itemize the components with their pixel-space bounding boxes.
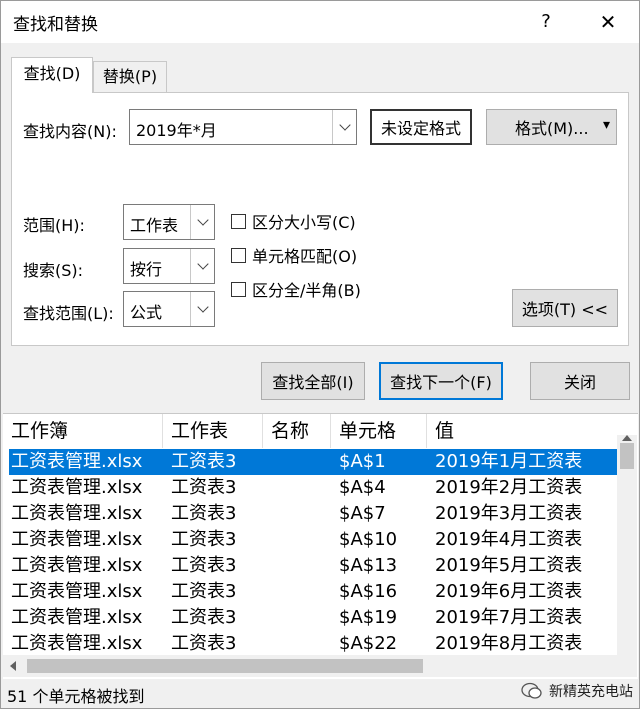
watermark: 新精英充电站 bbox=[521, 681, 633, 701]
result-cell: 2019年1月工资表 bbox=[435, 451, 583, 472]
result-cell: $A$22 bbox=[339, 633, 398, 654]
vertical-scrollbar[interactable] bbox=[617, 435, 637, 655]
result-cell: 2019年8月工资表 bbox=[435, 633, 583, 654]
results-list: 工作簿 工作表 名称 单元格 值 工资表管理.xlsx 工资表3 $A$1 2019年… bbox=[3, 413, 638, 679]
dialog-title: 查找和替换 bbox=[13, 15, 98, 35]
checkbox-icon[interactable] bbox=[231, 247, 246, 263]
result-cell: 工资表3 bbox=[171, 607, 237, 628]
chevron-down-icon[interactable] bbox=[190, 292, 214, 326]
result-cell: 工资表管理.xlsx bbox=[11, 529, 143, 550]
vertical-scroll-thumb[interactable] bbox=[620, 443, 634, 469]
match-width-checkbox[interactable]: 区分全/半角(B) bbox=[231, 277, 361, 301]
lookin-value: 公式 bbox=[130, 303, 163, 322]
result-cell: 2019年5月工资表 bbox=[435, 555, 583, 576]
column-header-workbook[interactable]: 工作簿 bbox=[3, 414, 163, 448]
watermark-text: 新精英充电站 bbox=[549, 684, 633, 700]
result-row[interactable]: 工资表管理.xlsx 工资表3 $A$4 2019年2月工资表 bbox=[9, 475, 617, 501]
find-what-label: 查找内容(N): bbox=[23, 122, 117, 141]
result-cell: 工资表管理.xlsx bbox=[11, 451, 143, 472]
scroll-up-icon[interactable] bbox=[622, 435, 632, 441]
format-button[interactable]: 格式(M)... ▾ bbox=[486, 109, 617, 145]
result-cell: 2019年3月工资表 bbox=[435, 503, 583, 524]
result-cell: 工资表3 bbox=[171, 633, 237, 654]
result-row[interactable]: 工资表管理.xlsx 工资表3 $A$19 2019年7月工资表 bbox=[9, 605, 617, 631]
find-replace-dialog: 查找和替换 ? ✕ 查找(D) 替换(P) 查找内容(N): 2019年*月 未… bbox=[0, 0, 640, 709]
column-header-name[interactable]: 名称 bbox=[263, 414, 331, 448]
match-case-checkbox[interactable]: 区分大小写(C) bbox=[231, 209, 356, 233]
result-cell: 工资表3 bbox=[171, 451, 237, 472]
scrollbar-corner bbox=[617, 655, 637, 677]
chevron-down-icon[interactable] bbox=[190, 249, 214, 283]
result-cell: 2019年6月工资表 bbox=[435, 581, 583, 602]
wechat-icon bbox=[521, 682, 542, 699]
result-row[interactable]: 工资表管理.xlsx 工资表3 $A$10 2019年4月工资表 bbox=[9, 527, 617, 553]
title-bar: 查找和替换 ? ✕ bbox=[1, 1, 639, 43]
chevron-down-icon[interactable] bbox=[332, 110, 356, 144]
column-header-sheet[interactable]: 工作表 bbox=[163, 414, 263, 448]
search-value: 按行 bbox=[130, 260, 163, 279]
scope-select[interactable]: 工作表 bbox=[123, 204, 215, 240]
result-cell: $A$4 bbox=[339, 477, 386, 498]
scope-label: 范围(H): bbox=[23, 216, 85, 235]
result-cell: 工资表管理.xlsx bbox=[11, 555, 143, 576]
tab-replace[interactable]: 替换(P) bbox=[93, 61, 167, 93]
result-row[interactable]: 工资表管理.xlsx 工资表3 $A$1 2019年1月工资表 bbox=[9, 449, 617, 475]
result-cell: 工资表管理.xlsx bbox=[11, 581, 143, 602]
help-button[interactable]: ? bbox=[531, 7, 561, 37]
status-text: 51 个单元格被找到 bbox=[7, 687, 145, 706]
match-case-label: 区分大小写(C) bbox=[252, 213, 356, 232]
result-cell: 工资表3 bbox=[171, 529, 237, 550]
result-cell: 工资表管理.xlsx bbox=[11, 633, 143, 654]
horizontal-scrollbar[interactable] bbox=[3, 655, 617, 677]
match-cell-label: 单元格匹配(O) bbox=[252, 247, 358, 266]
horizontal-scroll-thumb[interactable] bbox=[27, 659, 423, 673]
find-what-value: 2019年*月 bbox=[136, 121, 217, 140]
lookin-label: 查找范围(L): bbox=[23, 304, 114, 323]
close-icon[interactable]: ✕ bbox=[591, 7, 625, 37]
dropdown-arrow-icon[interactable]: ▾ bbox=[603, 117, 610, 133]
result-row[interactable]: 工资表管理.xlsx 工资表3 $A$7 2019年3月工资表 bbox=[9, 501, 617, 527]
result-cell: $A$1 bbox=[339, 451, 386, 472]
result-cell: $A$16 bbox=[339, 581, 398, 602]
options-toggle-button[interactable]: 选项(T) << bbox=[512, 289, 618, 327]
checkbox-icon[interactable] bbox=[231, 281, 246, 297]
result-cell: $A$10 bbox=[339, 529, 398, 550]
result-cell: 工资表3 bbox=[171, 503, 237, 524]
chevron-down-icon[interactable] bbox=[190, 205, 214, 239]
result-cell: 2019年7月工资表 bbox=[435, 607, 583, 628]
format-button-label: 格式(M)... bbox=[515, 119, 589, 138]
search-select[interactable]: 按行 bbox=[123, 248, 215, 284]
result-cell: 工资表3 bbox=[171, 477, 237, 498]
result-cell: 工资表管理.xlsx bbox=[11, 477, 143, 498]
result-cell: $A$13 bbox=[339, 555, 398, 576]
result-row[interactable]: 工资表管理.xlsx 工资表3 $A$22 2019年8月工资表 bbox=[9, 631, 617, 657]
checkbox-icon[interactable] bbox=[231, 213, 246, 229]
scroll-left-icon[interactable] bbox=[10, 661, 16, 671]
tab-find[interactable]: 查找(D) bbox=[11, 57, 93, 93]
column-header-cell[interactable]: 单元格 bbox=[331, 414, 427, 448]
find-what-input[interactable]: 2019年*月 bbox=[129, 109, 357, 145]
lookin-select[interactable]: 公式 bbox=[123, 291, 215, 327]
result-cell: 工资表管理.xlsx bbox=[11, 607, 143, 628]
result-cell: 2019年4月工资表 bbox=[435, 529, 583, 550]
scope-value: 工作表 bbox=[130, 216, 179, 235]
match-cell-checkbox[interactable]: 单元格匹配(O) bbox=[231, 243, 357, 267]
result-row[interactable]: 工资表管理.xlsx 工资表3 $A$16 2019年6月工资表 bbox=[9, 579, 617, 605]
find-all-button[interactable]: 查找全部(I) bbox=[261, 362, 365, 400]
find-next-button[interactable]: 查找下一个(F) bbox=[379, 362, 503, 400]
search-label: 搜索(S): bbox=[23, 261, 84, 280]
result-cell: 2019年2月工资表 bbox=[435, 477, 583, 498]
column-header-value[interactable]: 值 bbox=[427, 414, 617, 448]
result-row[interactable]: 工资表管理.xlsx 工资表3 $A$13 2019年5月工资表 bbox=[9, 553, 617, 579]
result-cell: $A$19 bbox=[339, 607, 398, 628]
match-width-label: 区分全/半角(B) bbox=[252, 281, 361, 300]
format-preview: 未设定格式 bbox=[370, 109, 472, 145]
result-cell: 工资表3 bbox=[171, 555, 237, 576]
result-cell: 工资表3 bbox=[171, 581, 237, 602]
close-button[interactable]: 关闭 bbox=[530, 362, 630, 400]
result-cell: 工资表管理.xlsx bbox=[11, 503, 143, 524]
result-cell: $A$7 bbox=[339, 503, 386, 524]
